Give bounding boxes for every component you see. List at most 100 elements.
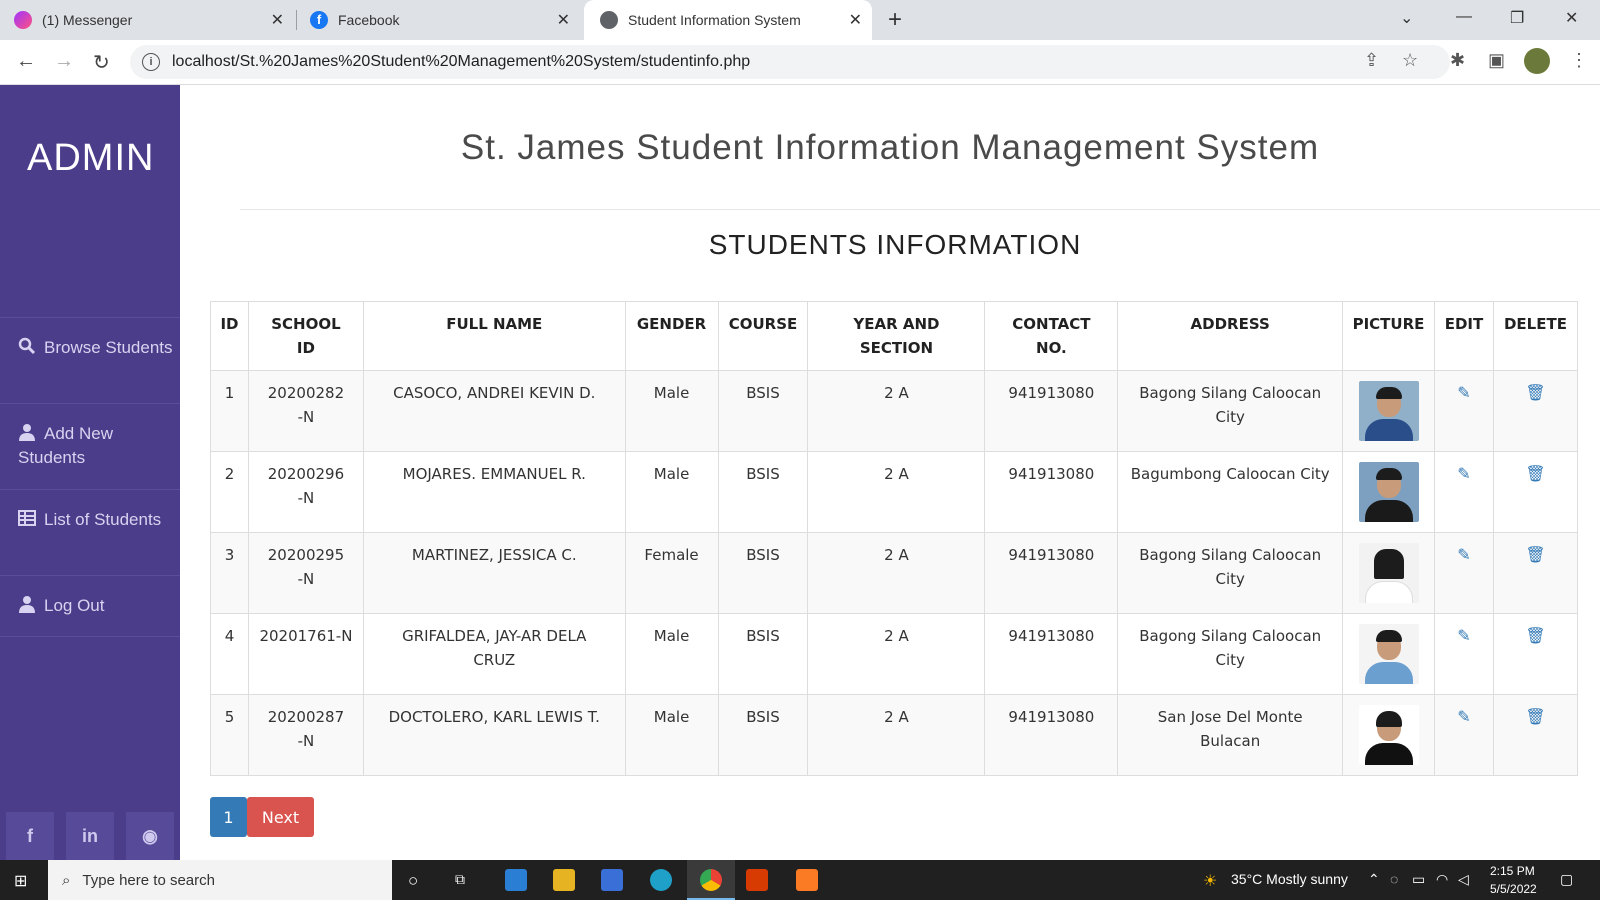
cell-id: 1 bbox=[210, 370, 249, 452]
star-icon[interactable]: ☆ bbox=[1402, 50, 1418, 71]
chevron-down-icon[interactable]: ⌄ bbox=[1400, 8, 1413, 28]
profile-avatar[interactable] bbox=[1524, 48, 1550, 74]
taskbar-search[interactable]: ⌕ Type here to search bbox=[48, 860, 392, 900]
close-icon[interactable]: ✕ bbox=[271, 10, 284, 30]
cell-delete: 🗑 bbox=[1492, 613, 1579, 695]
sidebar: ADMIN Browse Students Add New Students L… bbox=[0, 85, 180, 860]
cortana-icon[interactable]: ○ bbox=[408, 871, 418, 891]
clock-date[interactable]: 5/5/2022 bbox=[1490, 882, 1537, 896]
cell-course: BSIS bbox=[717, 370, 809, 452]
linkedin-icon[interactable]: in bbox=[66, 812, 114, 860]
edit-icon[interactable]: ✎ bbox=[1457, 464, 1470, 483]
sidebar-item-list[interactable]: List of Students bbox=[0, 489, 180, 575]
cell-picture bbox=[1342, 532, 1435, 614]
cell-id: 5 bbox=[210, 694, 249, 776]
tab-title: Student Information System bbox=[628, 12, 801, 28]
file-explorer-icon[interactable] bbox=[553, 869, 575, 891]
task-view-icon[interactable]: ⧉ bbox=[455, 871, 465, 888]
share-icon[interactable]: ⇪ bbox=[1364, 50, 1379, 71]
cell-full-name: MOJARES. EMMANUEL R. bbox=[362, 451, 626, 533]
column-header: COURSE bbox=[717, 301, 809, 371]
next-button[interactable]: Next bbox=[247, 797, 314, 837]
student-photo bbox=[1358, 543, 1419, 603]
user-icon bbox=[19, 424, 35, 441]
trash-icon[interactable]: 🗑 bbox=[1525, 383, 1545, 402]
trash-icon[interactable]: 🗑 bbox=[1525, 626, 1545, 645]
cell-section: 2 A bbox=[807, 370, 986, 452]
cell-school-id: 20200296-N bbox=[247, 451, 364, 533]
column-header: PICTURE bbox=[1342, 301, 1435, 371]
chrome-taskbar-active[interactable] bbox=[687, 860, 735, 900]
extensions-icon[interactable]: ✱ bbox=[1450, 50, 1465, 71]
column-header: ADDRESS bbox=[1117, 301, 1344, 371]
trash-icon[interactable]: 🗑 bbox=[1525, 545, 1545, 564]
forward-icon[interactable]: → bbox=[54, 50, 74, 73]
column-header: FULL NAME bbox=[362, 301, 626, 371]
cell-contact: 941913080 bbox=[984, 370, 1119, 452]
messenger-icon bbox=[14, 11, 32, 29]
tab-title: (1) Messenger bbox=[42, 12, 133, 28]
edit-icon[interactable]: ✎ bbox=[1457, 545, 1470, 564]
windows-start-icon[interactable]: ⊞ bbox=[14, 871, 27, 891]
trash-icon[interactable]: 🗑 bbox=[1525, 707, 1545, 726]
cell-gender: Female bbox=[624, 532, 719, 614]
reload-icon[interactable]: ↻ bbox=[93, 50, 110, 75]
weather-text[interactable]: 35°C Mostly sunny bbox=[1231, 871, 1348, 887]
sidebar-item-logout[interactable]: Log Out bbox=[0, 575, 180, 637]
edit-icon[interactable]: ✎ bbox=[1457, 707, 1470, 726]
facebook-icon[interactable]: f bbox=[6, 812, 54, 860]
cell-contact: 941913080 bbox=[984, 532, 1119, 614]
menu-icon[interactable]: ⋮ bbox=[1570, 50, 1588, 71]
tab-facebook[interactable]: f Facebook ✕ bbox=[310, 0, 580, 40]
page-1-button[interactable]: 1 bbox=[210, 797, 247, 837]
table-row: 2 20200296-N MOJARES. EMMANUEL R. Male B… bbox=[210, 451, 1579, 533]
trash-icon[interactable]: 🗑 bbox=[1525, 464, 1545, 483]
cell-edit: ✎ bbox=[1433, 370, 1494, 452]
edit-icon[interactable]: ✎ bbox=[1457, 626, 1470, 645]
chevron-up-icon[interactable]: ⌃ bbox=[1368, 871, 1380, 888]
omnibox[interactable]: i localhost/St.%20James%20Student%20Mana… bbox=[130, 45, 1450, 79]
sidebar-item-browse[interactable]: Browse Students bbox=[0, 317, 180, 403]
search-placeholder: Type here to search bbox=[82, 871, 215, 889]
cell-gender: Male bbox=[624, 370, 719, 452]
edge-icon[interactable] bbox=[650, 869, 672, 891]
battery-icon[interactable]: ▭ bbox=[1412, 871, 1425, 888]
cell-address: Bagumbong Caloocan City bbox=[1117, 451, 1344, 533]
cell-full-name: MARTINEZ, JESSICA C. bbox=[362, 532, 626, 614]
info-icon[interactable]: i bbox=[142, 53, 160, 71]
new-tab-icon[interactable]: + bbox=[888, 6, 902, 34]
cell-address: Bagong Silang Caloocan City bbox=[1117, 613, 1344, 695]
close-icon[interactable]: ✕ bbox=[849, 10, 862, 30]
wifi-icon[interactable]: ◠ bbox=[1436, 871, 1448, 888]
clock-time[interactable]: 2:15 PM bbox=[1490, 864, 1535, 878]
minimize-icon[interactable]: — bbox=[1456, 8, 1472, 26]
office-icon[interactable] bbox=[746, 869, 768, 891]
cell-school-id: 20200287-N bbox=[247, 694, 364, 776]
notification-icon[interactable]: ▢ bbox=[1560, 871, 1573, 888]
students-table: ID SCHOOL ID FULL NAME GENDER COURSE YEA… bbox=[210, 301, 1579, 776]
sidepanel-icon[interactable]: ▣ bbox=[1488, 50, 1505, 71]
volume-icon[interactable]: ◁ bbox=[1458, 871, 1469, 888]
meet-icon[interactable]: ◌ bbox=[1390, 871, 1398, 887]
edit-icon[interactable]: ✎ bbox=[1457, 383, 1470, 402]
restore-icon[interactable]: ❐ bbox=[1510, 8, 1524, 28]
table-header-row: ID SCHOOL ID FULL NAME GENDER COURSE YEA… bbox=[210, 301, 1579, 371]
close-window-icon[interactable]: ✕ bbox=[1565, 8, 1578, 28]
table-icon bbox=[18, 510, 36, 526]
address-bar: ← → ↻ i localhost/St.%20James%20Student%… bbox=[0, 40, 1600, 85]
search-icon: ⌕ bbox=[62, 871, 71, 889]
close-icon[interactable]: ✕ bbox=[557, 10, 570, 30]
back-icon[interactable]: ← bbox=[16, 50, 36, 73]
github-icon[interactable]: ◉ bbox=[126, 812, 174, 860]
mail-icon[interactable] bbox=[505, 869, 527, 891]
sidebar-item-add[interactable]: Add New Students bbox=[0, 403, 180, 489]
store-icon[interactable] bbox=[601, 869, 623, 891]
tab-student-info[interactable]: Student Information System ✕ bbox=[584, 0, 872, 40]
sidebar-item-label: Log Out bbox=[44, 596, 105, 615]
tab-messenger[interactable]: (1) Messenger ✕ bbox=[14, 0, 294, 40]
xampp-icon[interactable] bbox=[796, 869, 818, 891]
cell-gender: Male bbox=[624, 451, 719, 533]
cell-id: 2 bbox=[210, 451, 249, 533]
column-header: ID bbox=[210, 301, 249, 371]
cell-address: Bagong Silang Caloocan City bbox=[1117, 370, 1344, 452]
